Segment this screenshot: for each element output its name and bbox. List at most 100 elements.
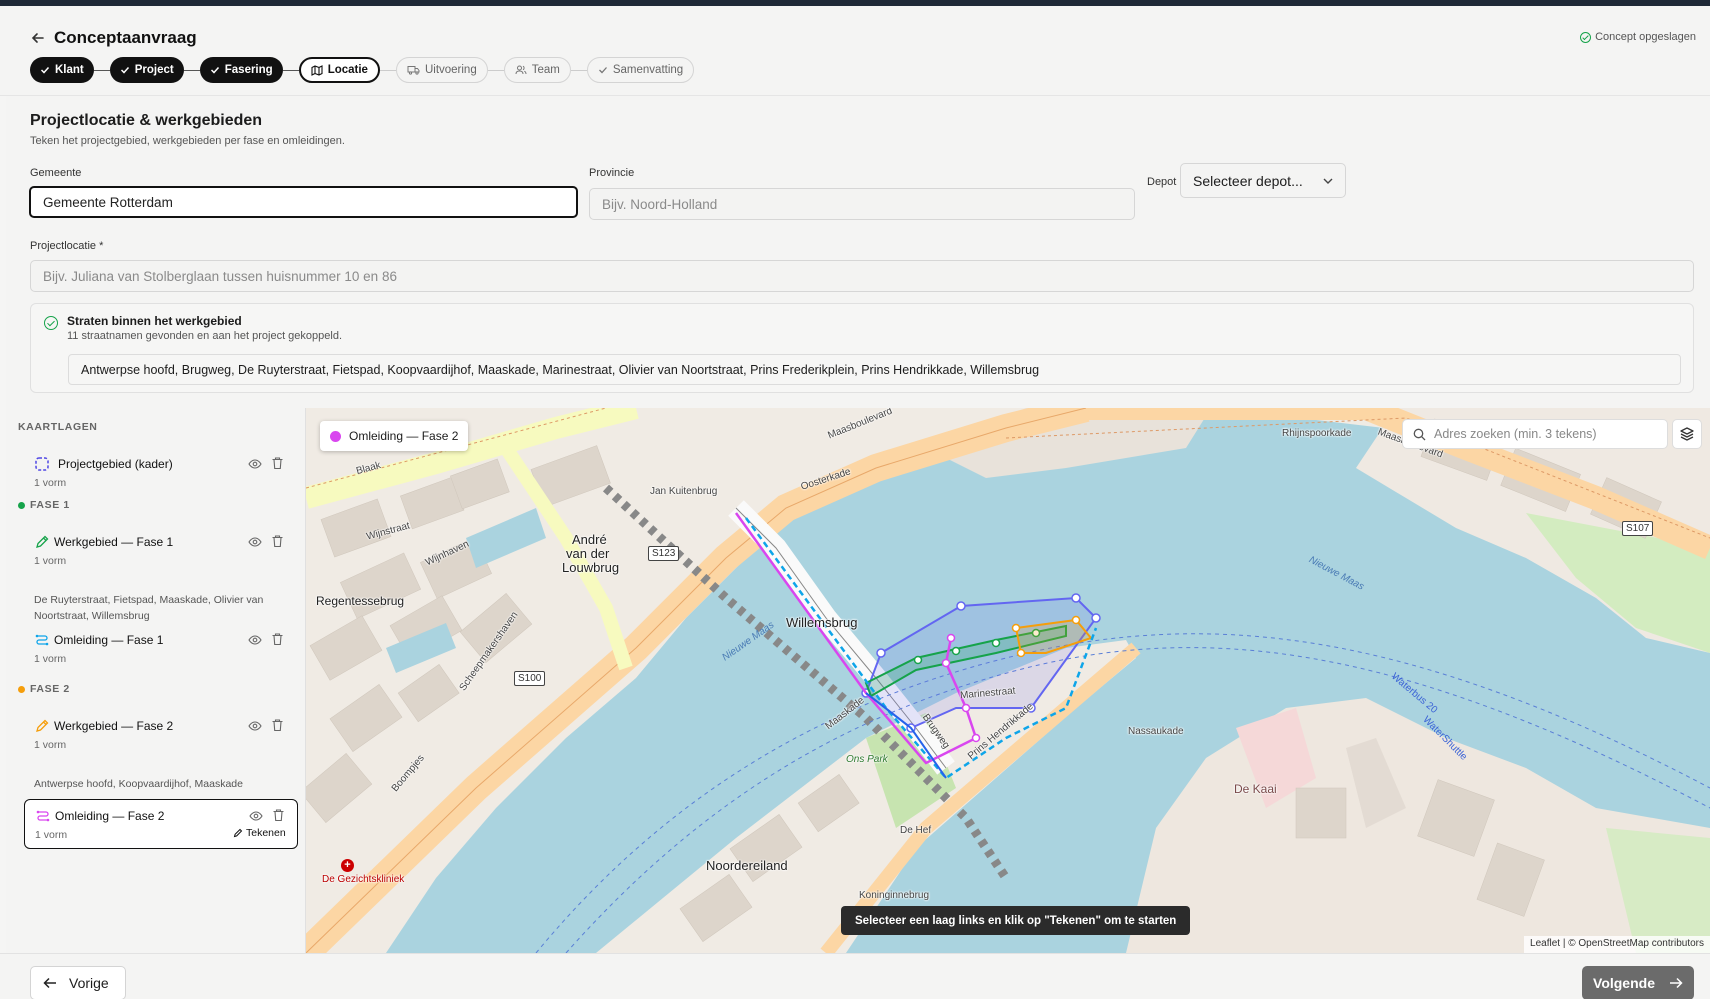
layer-werkgebied-fase1[interactable]: Werkgebied — Fase 1 1 vorm [24,526,298,567]
road-shield-s107: S107 [1622,521,1654,536]
next-label: Volgende [1593,975,1655,991]
step-connector [379,69,396,71]
check-icon [598,67,607,74]
label-regentessebrug: Regentessebrug [316,594,405,608]
layer-color-dot [330,430,341,442]
step-label: Fasering [224,64,273,76]
draw-button-label: Tekenen [246,827,286,839]
address-search-input[interactable]: Adres zoeken (min. 3 tekens) [1402,419,1668,449]
layers-heading: KAARTLAGEN [18,421,98,433]
label-noordereiland: Noordereiland [706,858,788,873]
step-team[interactable]: Team [503,57,571,83]
step-label: Locatie [327,64,368,76]
phase-heading: FASE 2 [18,683,70,695]
layer-omleiding-fase2[interactable]: Omleiding — Fase 2 1 vorm Tekenen [24,799,298,849]
streets-panel: Straten binnen het werkgebied 11 straatn… [30,303,1694,393]
layer-name: Werkgebied — Fase 2 [54,719,174,733]
step-locatie[interactable]: Locatie [298,57,380,83]
step-label: Samenvatting [612,64,684,76]
eye-icon[interactable] [248,719,262,733]
road-shield-s123: S123 [648,546,680,561]
route-icon [36,810,50,822]
step-project[interactable]: Project [109,57,184,83]
eye-icon[interactable] [248,457,262,471]
map-hint-toast: Selecteer een laag links en klik op "Tek… [841,906,1191,935]
eye-icon[interactable] [248,535,262,549]
search-icon [1413,428,1426,440]
pencil-icon [233,828,243,838]
save-status-text: Concept opgeslagen [1595,31,1696,43]
projectlocatie-label: Projectlocatie * [30,240,104,252]
section-subtitle: Teken het projectgebied, werkgebieden pe… [30,135,345,147]
step-samenvatting[interactable]: Samenvatting [586,57,695,83]
next-button[interactable]: Volgende [1582,966,1694,999]
layers-icon [1680,427,1694,441]
gemeente-input[interactable]: Gemeente Rotterdam [29,186,578,218]
layer-name: Projectgebied (kader) [58,457,173,471]
pencil-icon [36,535,49,548]
step-connector [183,69,200,71]
layer-omleiding-fase1[interactable]: Omleiding — Fase 1 1 vorm [24,624,298,665]
map-layers-sidebar: KAARTLAGEN Projectgebied (kader) 1 vorm … [6,408,306,953]
phase-dot [18,685,25,693]
active-layer-badge: Omleiding — Fase 2 [320,421,469,451]
layer-project-area[interactable]: Projectgebied (kader) 1 vorm [24,448,298,489]
check-circle-icon [1580,31,1592,43]
dashed-frame-icon [35,457,49,471]
eye-icon[interactable] [249,809,263,823]
draw-button[interactable]: Tekenen [233,827,286,839]
step-label: Uitvoering [424,64,477,76]
users-icon [515,65,527,75]
check-icon [210,66,219,74]
layer-count: 1 vorm [34,555,67,567]
layer-count: 1 vorm [35,829,68,841]
previous-button[interactable]: Vorige [30,966,126,999]
gemeente-label: Gemeente [30,167,82,179]
phase-label: FASE 2 [30,683,70,695]
label-jan-kuitenbrug: Jan Kuitenbrug [650,486,718,497]
step-connector [93,69,110,71]
depot-select[interactable]: Selecteer depot... [1180,163,1346,198]
step-fasering[interactable]: Fasering [199,57,283,83]
provincie-input[interactable]: Bijv. Noord-Holland [589,188,1135,220]
layer-count: 1 vorm [34,653,67,665]
back-arrow-icon[interactable] [30,30,48,48]
save-status: Concept opgeslagen [1580,31,1696,43]
trash-icon[interactable] [271,456,284,470]
attribution-osm-link[interactable]: © OpenStreetMap contributors [1568,938,1704,949]
trash-icon[interactable] [271,534,284,548]
trash-icon[interactable] [271,718,284,732]
map-canvas[interactable]: Willemsbrug André van der Louwbrug Regen… [306,408,1710,953]
provincie-label: Provincie [589,167,635,179]
map-attribution: Leaflet | © OpenStreetMap contributors [1524,936,1710,953]
chevron-down-icon [1323,178,1333,184]
label-rhijnspoorkade: Rhijnspoorkade [1282,428,1352,439]
stepper: Klant Project Fasering Locatie Uitvoerin… [30,57,695,83]
layers-toggle-button[interactable] [1672,419,1702,449]
step-connector [282,69,299,71]
label-clinic: De Gezichtskliniek [322,874,405,885]
arrow-left-icon [43,977,56,989]
depot-select-value: Selecteer depot... [1193,172,1303,189]
previous-label: Vorige [69,975,109,991]
clinic-icon: + [341,859,354,872]
trash-icon[interactable] [272,808,285,822]
section-title: Projectlocatie & werkgebieden [30,112,263,129]
route-icon [35,634,49,646]
label-van-der: van der [566,546,610,561]
eye-icon[interactable] [248,633,262,647]
pencil-icon [36,719,49,732]
layer-werkgebied-fase2[interactable]: Werkgebied — Fase 2 1 vorm [24,710,298,751]
check-icon [120,66,129,74]
phase-streets: Antwerpse hoofd, Koopvaardijhof, Maaskad… [34,778,243,790]
step-uitvoering[interactable]: Uitvoering [395,57,488,83]
attribution-leaflet-link[interactable]: Leaflet [1530,938,1560,949]
layer-name: Omleiding — Fase 1 [54,633,164,647]
step-klant[interactable]: Klant [30,57,94,83]
projectlocatie-input[interactable]: Bijv. Juliana van Stolberglaan tussen hu… [30,260,1694,292]
active-layer-name: Omleiding — Fase 2 [349,429,459,443]
trash-icon[interactable] [271,632,284,646]
phase-label: FASE 1 [30,499,70,511]
arrow-right-icon [1669,977,1683,989]
label-de-hef: De Hef [900,825,932,836]
